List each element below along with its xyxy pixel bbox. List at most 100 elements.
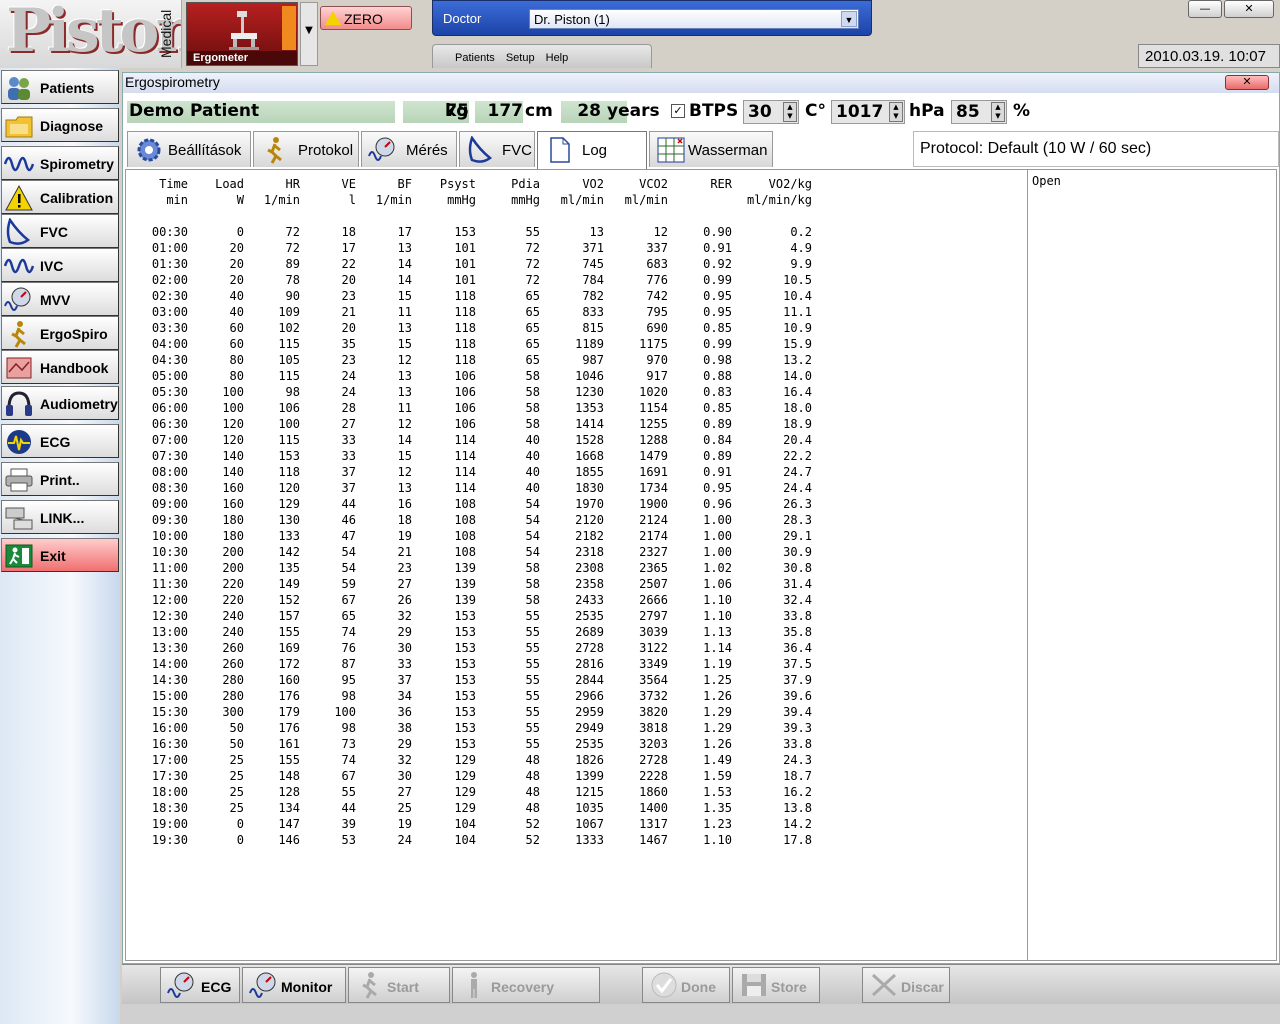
column-unit: W xyxy=(236,193,244,207)
table-cell: 0.85 xyxy=(703,321,732,335)
table-cell: 03:00 xyxy=(151,305,188,319)
tab-protocol[interactable]: Protokol xyxy=(253,131,359,167)
humidity-spinner[interactable]: 85 ▲ ▼ xyxy=(951,100,1007,124)
table-row: 09:00 160 129 44 16 108 54 1970 1900 0.96 26.3 xyxy=(126,496,812,512)
table-cell: 12 xyxy=(397,465,412,479)
table-row: 05:00 80 115 24 13 106 58 1046 917 0.88 14.0 xyxy=(126,368,812,384)
table-cell: 58 xyxy=(525,577,540,591)
table-row: 02:00 20 78 20 14 101 72 784 776 0.99 10.5 xyxy=(126,272,812,288)
sidebar-item-handbook[interactable]: Handbook xyxy=(1,350,119,384)
table-cell: 139 xyxy=(454,577,476,591)
sidebar-item-print[interactable]: Print.. xyxy=(1,462,119,496)
ecg-button[interactable]: ECG xyxy=(160,967,240,1003)
table-cell: 1.26 xyxy=(703,737,732,751)
tab-log[interactable]: Log xyxy=(537,131,647,169)
temperature-spinner[interactable]: 30 ▲ ▼ xyxy=(743,100,799,124)
table-cell: 2174 xyxy=(639,529,668,543)
table-cell: 37.9 xyxy=(783,673,812,687)
tab-measurement[interactable]: Mérés xyxy=(361,131,457,167)
table-cell: 55 xyxy=(525,705,540,719)
sidebar-item-diagnose[interactable]: Diagnose xyxy=(1,108,119,142)
table-cell: 39.6 xyxy=(783,689,812,703)
table-cell: 30.9 xyxy=(783,545,812,559)
menu-setup[interactable]: Setup xyxy=(506,52,535,64)
table-row: 15:30 300 179 100 36 153 55 2959 3820 1.29 39.4 xyxy=(126,704,812,720)
table-cell: 67 xyxy=(341,769,356,783)
table-cell: 0.96 xyxy=(703,497,732,511)
menu-patients[interactable]: Patients xyxy=(455,52,495,64)
table-cell: 58 xyxy=(525,417,540,431)
toolbar-button-label: Monitor xyxy=(281,979,333,995)
window-close-button[interactable]: ✕ xyxy=(1225,75,1269,90)
table-cell: 2365 xyxy=(639,561,668,575)
table-cell: 14 xyxy=(397,433,412,447)
weight-unit: kg xyxy=(445,101,469,121)
table-cell: 129 xyxy=(278,497,300,511)
table-cell: 89 xyxy=(285,257,300,271)
sidebar-item-spirometry[interactable]: Spirometry xyxy=(1,146,119,180)
table-row: 01:00 20 72 17 13 101 72 371 337 0.91 4.9 xyxy=(126,240,812,256)
discard-button[interactable]: Discar xyxy=(862,967,950,1003)
table-cell: 67 xyxy=(341,593,356,607)
table-cell: 153 xyxy=(454,225,476,239)
table-cell: 0.98 xyxy=(703,353,732,367)
table-cell: 742 xyxy=(646,289,668,303)
table-row: 16:30 50 161 73 29 153 55 2535 3203 1.26 33.8 xyxy=(126,736,812,752)
ergometer-icon xyxy=(229,11,259,50)
spinner-arrows-icon[interactable]: ▲ ▼ xyxy=(889,102,903,122)
table-cell: 1020 xyxy=(639,385,668,399)
table-cell: 25 xyxy=(229,801,244,815)
close-button[interactable]: ✕ xyxy=(1224,0,1274,18)
sidebar-item-audiometry[interactable]: Audiometry xyxy=(1,386,119,420)
table-cell: 32.4 xyxy=(783,593,812,607)
window-title-text: Ergospirometry xyxy=(125,74,220,90)
table-cell: 1.53 xyxy=(703,785,732,799)
start-button[interactable]: Start xyxy=(348,967,450,1003)
sidebar-item-exit[interactable]: Exit xyxy=(1,538,119,572)
spinner-arrows-icon[interactable]: ▲ ▼ xyxy=(783,102,797,122)
table-cell: 35 xyxy=(341,337,356,351)
table-cell: 15 xyxy=(397,289,412,303)
menu-help[interactable]: Help xyxy=(546,52,569,64)
table-cell: 19:00 xyxy=(151,817,188,831)
done-button[interactable]: Done xyxy=(642,967,730,1003)
table-cell: 20 xyxy=(341,321,356,335)
minimize-button[interactable]: — xyxy=(1188,0,1222,18)
sidebar-item-ivc[interactable]: IVC xyxy=(1,248,119,282)
device-dropdown-button[interactable]: ▼ xyxy=(300,2,318,66)
table-cell: 27 xyxy=(397,577,412,591)
table-cell: 101 xyxy=(454,273,476,287)
sidebar-item-ecg[interactable]: ECG xyxy=(1,424,119,458)
table-cell: 1189 xyxy=(575,337,604,351)
table-row: 18:30 25 134 44 25 129 48 1035 1400 1.35 13.8 xyxy=(126,800,812,816)
doctor-select[interactable]: Dr. Piston (1) ▼ xyxy=(529,9,859,29)
table-row: 12:00 220 152 67 26 139 58 2433 2666 1.10 32.4 xyxy=(126,592,812,608)
zero-button[interactable]: ZERO xyxy=(320,6,412,30)
tab-settings[interactable]: Beállítások xyxy=(127,131,251,167)
monitor-button[interactable]: Monitor xyxy=(242,967,346,1003)
tab-fvc[interactable]: FVC xyxy=(459,131,535,167)
table-cell: 260 xyxy=(222,641,244,655)
table-cell: 16.4 xyxy=(783,385,812,399)
toolbar-button-label: Discar xyxy=(901,979,944,995)
table-row: 03:00 40 109 21 11 118 65 833 795 0.95 11.1 xyxy=(126,304,812,320)
table-cell: 153 xyxy=(278,449,300,463)
sidebar-item-label: Patients xyxy=(40,80,95,96)
pressure-spinner[interactable]: 1017 ▲ ▼ xyxy=(831,100,905,124)
tab-wasserman[interactable]: Wasserman xyxy=(649,131,773,167)
sidebar-item-link[interactable]: LINK... xyxy=(1,500,119,534)
btps-checkbox[interactable]: ✓ xyxy=(671,104,685,118)
table-cell: 26 xyxy=(397,593,412,607)
sidebar-item-calibration[interactable]: Calibration xyxy=(1,180,119,214)
table-cell: 135 xyxy=(278,561,300,575)
sidebar-item-fvc[interactable]: FVC xyxy=(1,214,119,248)
sidebar-item-mvv[interactable]: MVV xyxy=(1,282,119,316)
sidebar-item-patients[interactable]: Patients xyxy=(1,70,119,104)
table-cell: 147 xyxy=(278,817,300,831)
table-cell: 48 xyxy=(525,785,540,799)
recovery-button[interactable]: Recovery xyxy=(452,967,600,1003)
store-button[interactable]: Store xyxy=(732,967,820,1003)
table-cell: 2816 xyxy=(575,657,604,671)
spinner-arrows-icon[interactable]: ▲ ▼ xyxy=(991,102,1005,122)
sidebar-item-ergospiro[interactable]: ErgoSpiro xyxy=(1,316,119,350)
